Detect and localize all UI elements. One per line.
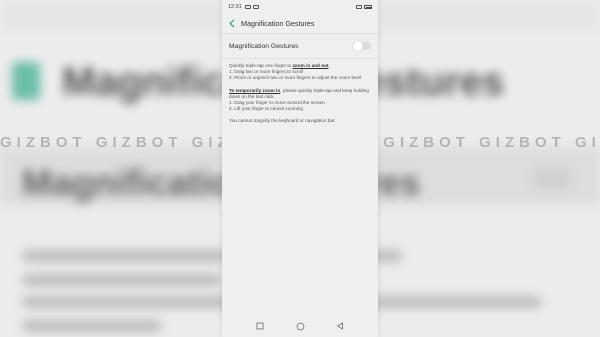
status-right-icons [356, 5, 372, 9]
magnification-gestures-row[interactable]: Magnification Gestures [222, 36, 378, 56]
chevron-left-icon[interactable] [228, 18, 235, 28]
desc-step: 2. Pinch or unpinch two or more fingers … [229, 75, 362, 81]
app-header: Magnification Gestures [222, 14, 378, 32]
background-back-arrow [12, 62, 40, 100]
screenshot-stage: Magnification Gestures Magnification Ges… [0, 0, 600, 337]
status-left-icons [244, 5, 259, 9]
background-text-line [22, 274, 222, 286]
navigation-bar [222, 315, 378, 337]
desc-text: . [328, 63, 330, 68]
battery-icon [364, 5, 372, 9]
description-note: You cannot magnify the keyboard or navig… [229, 118, 336, 124]
desc-emphasis: zoom in and out [292, 63, 329, 68]
status-time: 12:31 [228, 4, 242, 10]
wifi-icon [252, 5, 259, 9]
description: Quickly triple-tap one finger to zoom in… [229, 63, 374, 125]
signal-icon [356, 5, 362, 9]
desc-emphasis: To temporarily zoom in [229, 87, 281, 93]
status-bar: 12:31 [222, 0, 378, 14]
square-icon[interactable] [256, 322, 265, 331]
divider [222, 33, 378, 34]
page-title: Magnification Gestures [241, 18, 315, 28]
desc-text: Quickly triple-tap one finger to [229, 63, 293, 68]
circle-icon[interactable] [296, 322, 305, 331]
background-text-line [22, 320, 162, 332]
setting-label: Magnification Gestures [229, 42, 299, 50]
toggle-knob [353, 41, 363, 51]
triangle-icon[interactable] [336, 322, 345, 331]
magnification-toggle[interactable] [353, 41, 371, 51]
description-paragraph-2: To temporarily zoom in, please quickly t… [229, 88, 374, 100]
background-toggle [530, 168, 574, 190]
notification-icon [244, 5, 251, 9]
divider [222, 58, 378, 59]
phone-screen: 12:31 Magnification Gestures Magnificati… [222, 0, 378, 337]
